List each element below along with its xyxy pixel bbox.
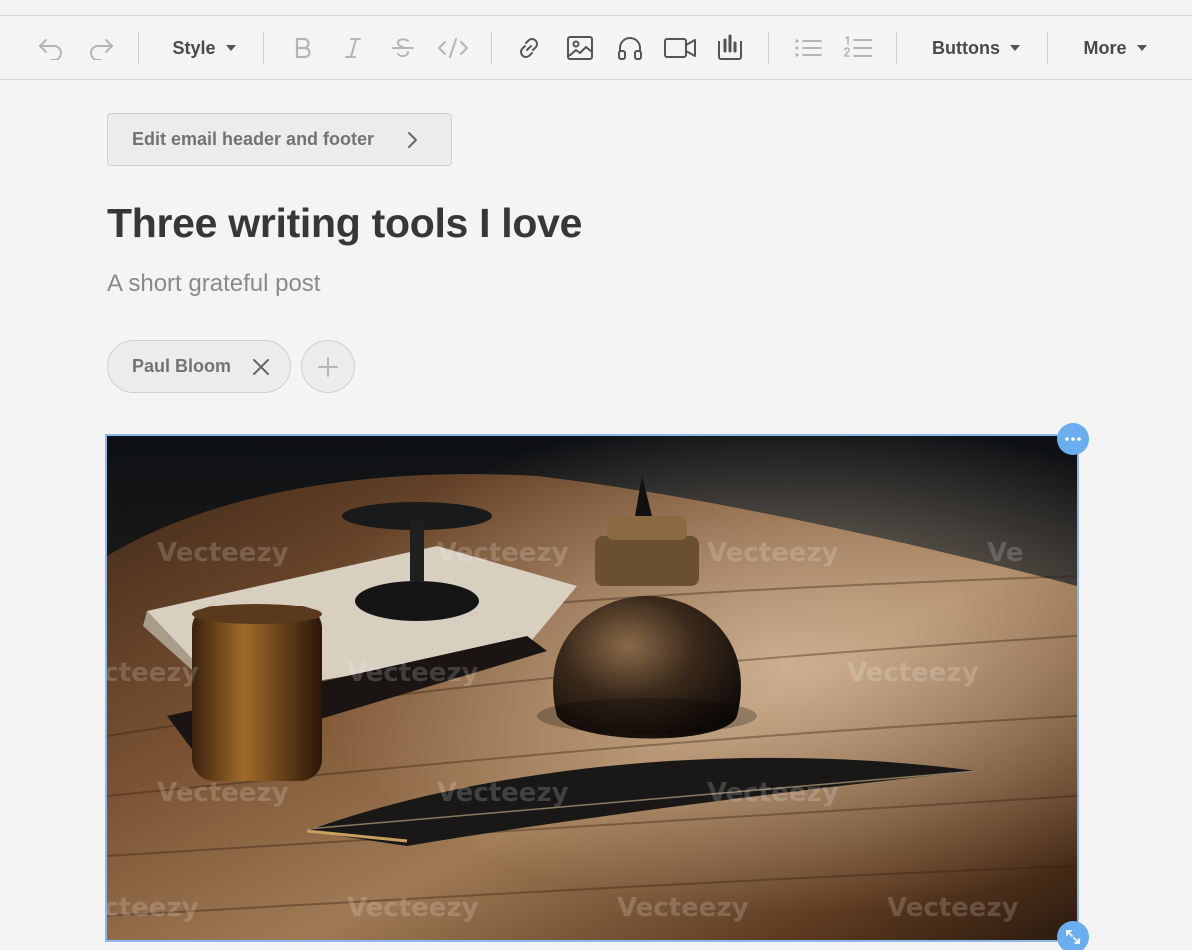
expand-icon bbox=[1066, 930, 1080, 944]
image-button[interactable] bbox=[563, 16, 597, 80]
link-icon bbox=[520, 38, 538, 58]
undo-icon bbox=[39, 39, 62, 60]
strikethrough-icon bbox=[392, 38, 414, 58]
author-chip[interactable]: Paul Bloom bbox=[107, 340, 291, 393]
svg-text:Vecteezy: Vecteezy bbox=[157, 538, 289, 568]
svg-text:Vecteezy: Vecteezy bbox=[347, 658, 479, 688]
buttons-dropdown-label: Buttons bbox=[932, 37, 1000, 58]
svg-text:Vecteezy: Vecteezy bbox=[157, 778, 289, 808]
video-icon bbox=[664, 38, 696, 58]
strikethrough-button[interactable] bbox=[388, 16, 418, 80]
image-resize-handle[interactable] bbox=[1057, 921, 1089, 950]
toolbar-separator bbox=[1047, 32, 1048, 64]
svg-text:Vecteezy: Vecteezy bbox=[347, 893, 479, 923]
photo-inkwell-quill: Vecteezy Vecteezy Vecteezy Ve Vecteezy V… bbox=[107, 436, 1077, 940]
svg-text:Vecteezy: Vecteezy bbox=[887, 893, 1019, 923]
redo-button[interactable] bbox=[84, 16, 118, 80]
more-dropdown-label: More bbox=[1083, 37, 1127, 58]
toolbar-separator bbox=[263, 32, 264, 64]
add-author-button[interactable] bbox=[301, 340, 355, 393]
toolbar-separator bbox=[768, 32, 769, 64]
numbered-list-icon bbox=[844, 35, 872, 57]
browser-chrome-strip bbox=[0, 0, 1192, 16]
poll-icon bbox=[718, 34, 742, 60]
toolbar-separator bbox=[896, 32, 897, 64]
video-button[interactable] bbox=[661, 16, 699, 80]
chevron-down-icon bbox=[1136, 45, 1147, 51]
toolbar-separator bbox=[491, 32, 492, 64]
image-options-button[interactable] bbox=[1057, 423, 1089, 455]
bullet-list-icon bbox=[795, 39, 822, 57]
edit-header-footer-label: Edit email header and footer bbox=[132, 129, 375, 149]
more-dropdown[interactable]: More bbox=[1074, 16, 1156, 80]
bullet-list-button[interactable] bbox=[791, 16, 825, 80]
numbered-list-button[interactable] bbox=[841, 16, 875, 80]
style-dropdown[interactable]: Style bbox=[164, 16, 244, 80]
italic-button[interactable] bbox=[338, 16, 368, 80]
chevron-down-icon bbox=[1009, 45, 1020, 51]
svg-text:Vecteezy: Vecteezy bbox=[437, 778, 569, 808]
poll-button[interactable] bbox=[713, 16, 747, 80]
bold-button[interactable] bbox=[288, 16, 318, 80]
svg-text:Vecteezy: Vecteezy bbox=[437, 538, 569, 568]
edit-header-footer-button[interactable]: Edit email header and footer bbox=[107, 113, 452, 166]
undo-button[interactable] bbox=[34, 16, 68, 80]
audio-button[interactable] bbox=[613, 16, 647, 80]
toolbar-separator bbox=[138, 32, 139, 64]
svg-text:Vecteezy: Vecteezy bbox=[617, 893, 749, 923]
image-icon bbox=[567, 36, 593, 60]
post-title[interactable]: Three writing tools I love bbox=[107, 200, 582, 247]
svg-text:Vecteezy: Vecteezy bbox=[847, 658, 979, 688]
close-icon[interactable] bbox=[252, 358, 270, 376]
code-icon bbox=[438, 38, 468, 58]
plus-icon bbox=[318, 356, 338, 377]
audio-icon bbox=[618, 37, 642, 60]
chevron-down-icon bbox=[225, 45, 236, 51]
redo-icon bbox=[90, 39, 113, 60]
code-button[interactable] bbox=[434, 16, 472, 80]
buttons-dropdown[interactable]: Buttons bbox=[922, 16, 1030, 80]
editor-toolbar: Style Buttons More bbox=[0, 16, 1192, 80]
svg-text:Ve: Ve bbox=[987, 538, 1023, 568]
link-button[interactable] bbox=[513, 16, 545, 80]
bold-icon bbox=[295, 37, 311, 59]
style-dropdown-label: Style bbox=[172, 37, 216, 58]
post-image[interactable]: Vecteezy Vecteezy Vecteezy Ve Vecteezy V… bbox=[105, 434, 1079, 942]
svg-text:Vecteezy: Vecteezy bbox=[107, 658, 199, 688]
italic-icon bbox=[345, 38, 361, 58]
svg-text:Vecteezy: Vecteezy bbox=[107, 893, 199, 923]
svg-text:Vecteezy: Vecteezy bbox=[707, 778, 839, 808]
author-name: Paul Bloom bbox=[132, 356, 232, 376]
svg-text:Vecteezy: Vecteezy bbox=[707, 538, 839, 568]
more-horizontal-icon bbox=[1065, 437, 1081, 441]
chevron-right-icon bbox=[408, 132, 417, 148]
post-subtitle[interactable]: A short grateful post bbox=[107, 270, 320, 298]
